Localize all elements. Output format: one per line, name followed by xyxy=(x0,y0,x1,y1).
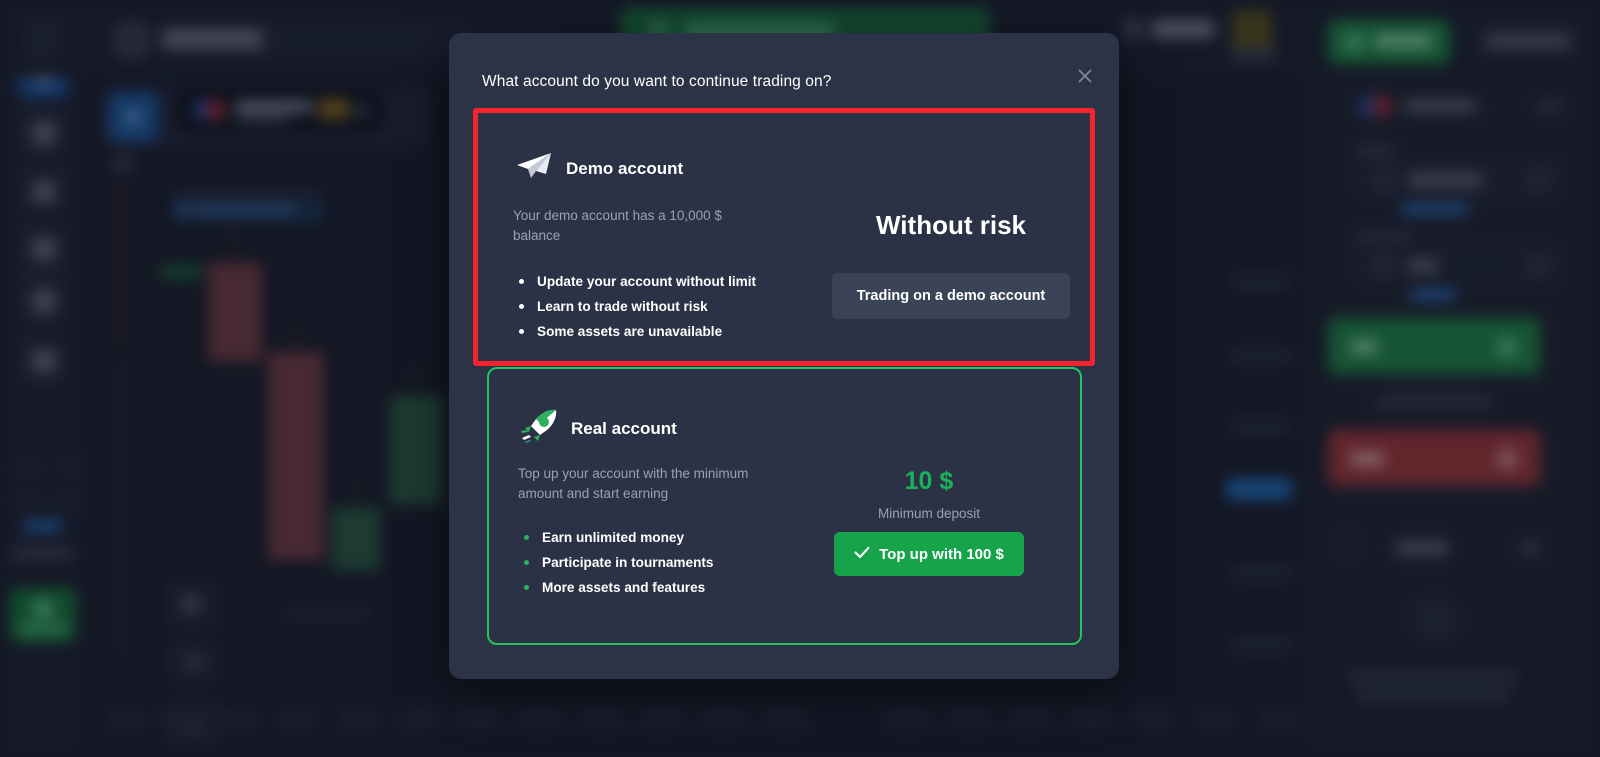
close-icon[interactable] xyxy=(1071,62,1099,90)
paper-plane-icon xyxy=(515,152,553,185)
list-item: Participate in tournaments xyxy=(520,550,713,575)
demo-card-header: Demo account xyxy=(515,152,683,185)
rocket-icon xyxy=(520,409,558,448)
page-title: What account do you want to continue tra… xyxy=(482,73,832,90)
demo-card-title: Demo account xyxy=(566,158,684,178)
list-item: Update your account without limit xyxy=(515,269,756,294)
minimum-deposit-amount: 10 $ xyxy=(904,467,954,495)
demo-highlight-text: Without risk xyxy=(876,210,1026,240)
check-icon xyxy=(854,546,870,563)
real-card-subtitle: Top up your account with the minimum amo… xyxy=(518,466,749,501)
demo-feature-list: Update your account without limit Learn … xyxy=(515,269,756,344)
minimum-deposit-caption: Minimum deposit xyxy=(877,506,981,521)
demo-card-subtitle: Your demo account has a 10,000 $ balance xyxy=(513,208,722,243)
account-choice-modal: What account do you want to continue tra… xyxy=(449,33,1119,679)
list-item: Earn unlimited money xyxy=(520,525,713,550)
list-item: More assets and features xyxy=(520,575,713,600)
real-feature-list: Earn unlimited money Participate in tour… xyxy=(520,525,713,600)
real-card-header: Real account xyxy=(520,409,677,448)
real-account-card[interactable]: Real account Top up your account with th… xyxy=(487,367,1082,645)
top-up-button-label: Top up with 100 $ xyxy=(879,545,1004,563)
list-item: Learn to trade without risk xyxy=(515,294,756,319)
list-item: Some assets are unavailable xyxy=(515,319,756,344)
demo-account-card[interactable]: Demo account Your demo account has a 10,… xyxy=(479,114,1089,360)
trading-on-demo-account-button[interactable]: Trading on a demo account xyxy=(832,273,1070,319)
real-card-title: Real account xyxy=(571,418,677,438)
top-up-button[interactable]: Top up with 100 $ xyxy=(834,532,1024,576)
